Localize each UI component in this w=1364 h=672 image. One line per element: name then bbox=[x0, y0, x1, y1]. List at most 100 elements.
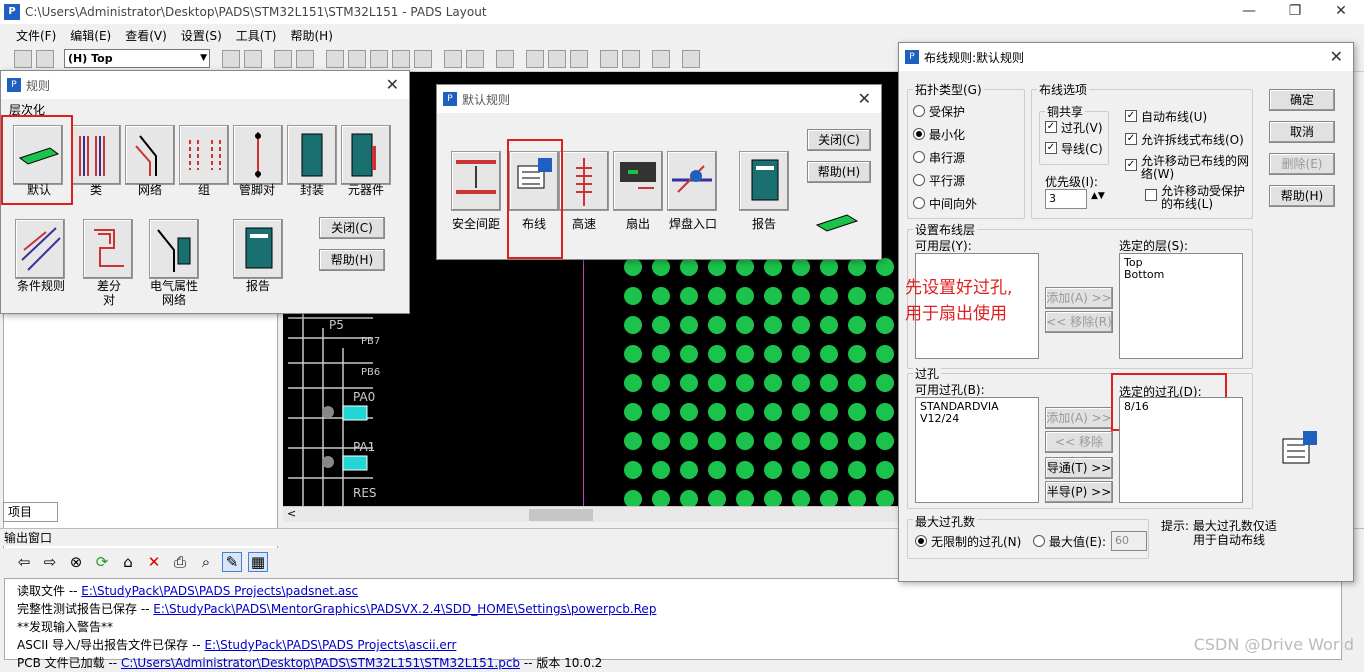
remove-layer-button[interactable]: << 移除(R) bbox=[1045, 311, 1113, 333]
arrow-left-icon[interactable]: ⇦ bbox=[14, 553, 34, 571]
clearance-tile[interactable] bbox=[451, 151, 501, 211]
route-icon[interactable] bbox=[392, 50, 410, 68]
stop-icon[interactable]: ⊗ bbox=[66, 553, 86, 571]
tool-icon[interactable] bbox=[652, 50, 670, 68]
delete-button[interactable]: 删除(E) bbox=[1269, 153, 1335, 175]
fanout-tile[interactable] bbox=[613, 151, 663, 211]
route-icon[interactable] bbox=[370, 50, 388, 68]
menu-file[interactable]: 文件(F) bbox=[16, 27, 56, 44]
add-via-button[interactable]: 添加(A) >> bbox=[1045, 407, 1113, 429]
home-icon[interactable]: ⌂ bbox=[118, 553, 138, 571]
route-icon[interactable] bbox=[348, 50, 366, 68]
arrow-right-icon[interactable]: ⇨ bbox=[40, 553, 60, 571]
open-icon[interactable] bbox=[14, 50, 32, 68]
tab-project[interactable]: 项目 bbox=[3, 502, 58, 522]
scroll-left-icon[interactable]: < bbox=[287, 507, 296, 520]
max-vias-input[interactable]: 60 bbox=[1111, 531, 1147, 551]
electrical-net-rules-tile[interactable] bbox=[149, 219, 199, 279]
tool-icon[interactable] bbox=[548, 50, 566, 68]
log-link[interactable]: E:\StudyPack\PADS\MentorGraphics\PADSVX.… bbox=[153, 602, 656, 616]
menu-tools[interactable]: 工具(T) bbox=[236, 27, 277, 44]
close-button[interactable]: ✕ bbox=[1318, 0, 1364, 24]
diff-pair-rules-tile[interactable] bbox=[83, 219, 133, 279]
list-item[interactable]: 8/16 bbox=[1124, 401, 1238, 413]
ok-button[interactable]: 确定 bbox=[1269, 89, 1335, 111]
find-icon[interactable]: ⌕ bbox=[196, 553, 216, 571]
route-icon[interactable] bbox=[326, 50, 344, 68]
high-speed-tile[interactable] bbox=[559, 151, 609, 211]
tool-icon[interactable] bbox=[526, 50, 544, 68]
net-rules-tile[interactable] bbox=[125, 125, 175, 185]
topology-parallel-radio[interactable] bbox=[913, 174, 925, 186]
via-share-checkbox[interactable]: ✓ bbox=[1045, 121, 1057, 133]
priority-input[interactable]: 3 bbox=[1045, 189, 1087, 209]
tool-icon[interactable] bbox=[622, 50, 640, 68]
horizontal-scrollbar[interactable]: < bbox=[283, 506, 899, 522]
help-button[interactable]: 帮助(H) bbox=[807, 161, 871, 183]
log-link[interactable]: E:\StudyPack\PADS\PADS Projects\padsnet.… bbox=[81, 584, 358, 598]
help-button[interactable]: 帮助(H) bbox=[319, 249, 385, 271]
undo-icon[interactable] bbox=[444, 50, 462, 68]
conditional-rules-tile[interactable] bbox=[15, 219, 65, 279]
class-rules-tile[interactable] bbox=[71, 125, 121, 185]
route-icon[interactable] bbox=[414, 50, 432, 68]
allow-move-routed-checkbox[interactable]: ✓ bbox=[1125, 159, 1137, 171]
help-button[interactable]: 帮助(H) bbox=[1269, 185, 1335, 207]
max-vias-radio[interactable] bbox=[1033, 535, 1045, 547]
trace-share-checkbox[interactable]: ✓ bbox=[1045, 142, 1057, 154]
topology-midout-radio[interactable] bbox=[913, 197, 925, 209]
save-icon[interactable] bbox=[36, 50, 54, 68]
selected-vias-list[interactable]: 8/16 bbox=[1119, 397, 1243, 503]
list-item[interactable]: Bottom bbox=[1124, 269, 1238, 281]
cancel-button[interactable]: 取消 bbox=[1269, 121, 1335, 143]
table-icon[interactable]: ▦ bbox=[248, 552, 268, 572]
topology-serial-radio[interactable] bbox=[913, 151, 925, 163]
menu-help[interactable]: 帮助(H) bbox=[291, 27, 333, 44]
add-layer-button[interactable]: 添加(A) >> bbox=[1045, 287, 1113, 309]
allow-move-protected-checkbox[interactable] bbox=[1145, 189, 1157, 201]
minimize-button[interactable]: — bbox=[1226, 0, 1272, 24]
menu-edit[interactable]: 编辑(E) bbox=[70, 27, 111, 44]
decal-rules-tile[interactable] bbox=[287, 125, 337, 185]
available-vias-list[interactable]: STANDARDVIA V12/24 bbox=[915, 397, 1039, 503]
allow-ripup-checkbox[interactable]: ✓ bbox=[1125, 133, 1137, 145]
tool-icon[interactable] bbox=[682, 50, 700, 68]
refresh-icon[interactable] bbox=[244, 50, 262, 68]
refresh-icon[interactable]: ⟳ bbox=[92, 553, 112, 571]
close-button[interactable]: 关闭(C) bbox=[807, 129, 871, 151]
layer-select[interactable]: (H) Top ▼ bbox=[64, 49, 210, 68]
remove-via-button[interactable]: << 移除(M) bbox=[1045, 431, 1113, 469]
spin-icon[interactable]: ▲▼ bbox=[1091, 191, 1105, 201]
topology-minimize-radio[interactable] bbox=[913, 128, 925, 140]
component-rules-tile[interactable] bbox=[341, 125, 391, 185]
report-tile[interactable] bbox=[739, 151, 789, 211]
close-icon[interactable]: ✕ bbox=[386, 75, 399, 94]
maximize-button[interactable]: ❐ bbox=[1272, 0, 1318, 24]
tool-icon[interactable] bbox=[600, 50, 618, 68]
close-button[interactable]: 关闭(C) bbox=[319, 217, 385, 239]
unlimited-vias-radio[interactable] bbox=[915, 535, 927, 547]
pad-entry-tile[interactable] bbox=[667, 151, 717, 211]
tool-icon[interactable] bbox=[296, 50, 314, 68]
selected-layers-list[interactable]: Top Bottom bbox=[1119, 253, 1243, 359]
tool-icon[interactable] bbox=[570, 50, 588, 68]
pin-pair-rules-tile[interactable] bbox=[233, 125, 283, 185]
through-via-button[interactable]: 导通(T) >> bbox=[1045, 457, 1113, 479]
group-rules-tile[interactable] bbox=[179, 125, 229, 185]
edit-icon[interactable]: ✎ bbox=[222, 552, 242, 572]
close-icon[interactable]: ✕ bbox=[858, 89, 871, 108]
auto-route-checkbox[interactable]: ✓ bbox=[1125, 110, 1137, 122]
log-link[interactable]: E:\StudyPack\PADS\PADS Projects\ascii.er… bbox=[204, 638, 456, 652]
close-icon[interactable]: ✕ bbox=[1330, 47, 1343, 66]
partial-via-button[interactable]: 半导(P) >> bbox=[1045, 481, 1113, 503]
list-item[interactable]: V12/24 bbox=[920, 413, 1034, 425]
menu-setup[interactable]: 设置(S) bbox=[181, 27, 222, 44]
redo-icon[interactable] bbox=[466, 50, 484, 68]
menu-view[interactable]: 查看(V) bbox=[125, 27, 167, 44]
tool-icon[interactable] bbox=[274, 50, 292, 68]
properties-icon[interactable] bbox=[222, 50, 240, 68]
delete-icon[interactable]: ✕ bbox=[144, 553, 164, 571]
log-link[interactable]: C:\Users\Administrator\Desktop\PADS\STM3… bbox=[121, 656, 520, 670]
report-tile[interactable] bbox=[233, 219, 283, 279]
print-icon[interactable]: ⎙ bbox=[170, 553, 190, 571]
